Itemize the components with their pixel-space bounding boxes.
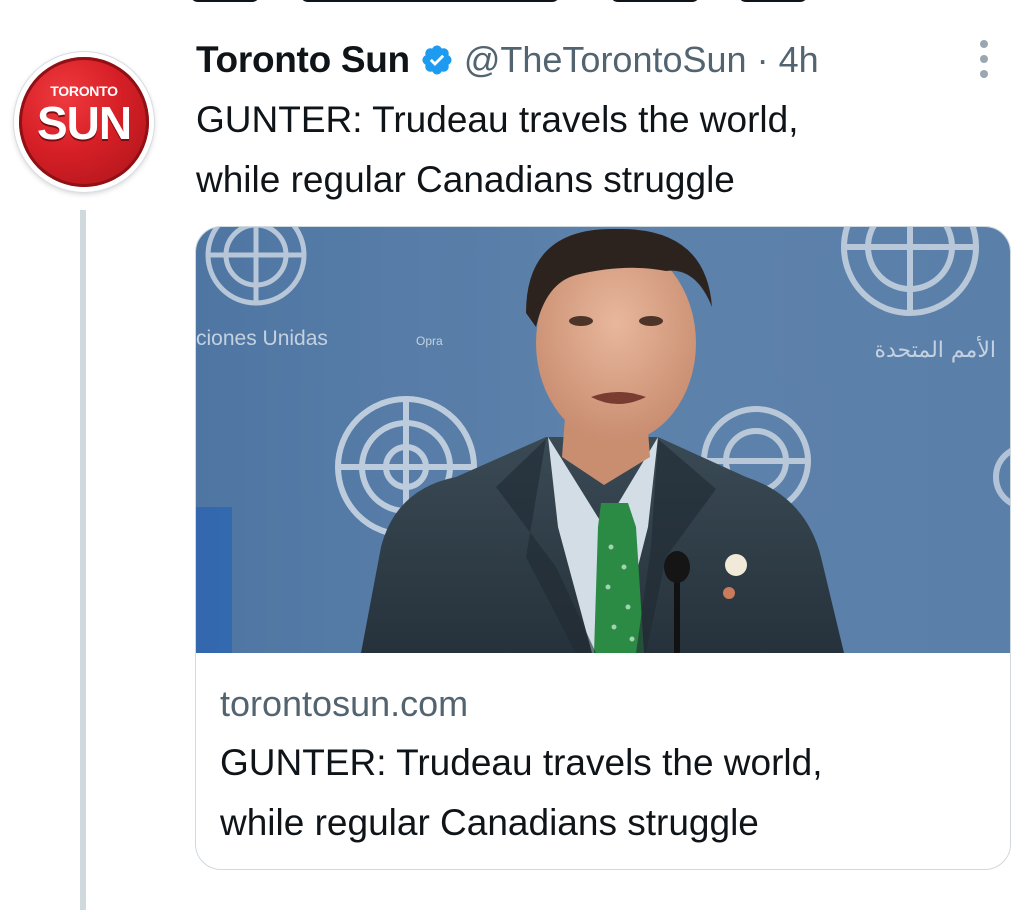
verified-badge-icon — [422, 45, 452, 75]
avatar[interactable]: TORONTO SUN — [14, 52, 154, 192]
bg-text-left: ciones Unidas — [196, 327, 328, 350]
card-title[interactable]: GUNTER: Trudeau travels the world, while… — [220, 733, 990, 853]
card-image: ciones Unidas Opra الأمم المتحدة — [196, 227, 1010, 653]
card-photo: ciones Unidas Opra الأمم المتحدة — [196, 227, 1010, 653]
card-body[interactable]: torontosun.com GUNTER: Trudeau travels t… — [196, 653, 1010, 869]
tweet-header: Toronto Sun @TheTorontoSun · 4h — [196, 36, 819, 84]
toronto-sun-logo: TORONTO SUN — [19, 57, 149, 187]
more-vertical-icon[interactable] — [972, 38, 996, 80]
link-card[interactable]: ciones Unidas Opra الأمم المتحدة toronto… — [195, 226, 1011, 870]
bg-text-center: Opra — [416, 334, 443, 348]
card-domain[interactable]: torontosun.com — [220, 683, 468, 725]
bg-text-arabic: الأمم المتحدة — [874, 336, 996, 363]
timestamp[interactable]: 4h — [779, 39, 819, 81]
separator-dot: · — [756, 39, 769, 80]
handle[interactable]: @TheTorontoSun — [464, 39, 747, 81]
previous-tweet-fragment — [190, 0, 810, 4]
avatar-logo-big-text: SUN — [36, 97, 132, 149]
display-name[interactable]: Toronto Sun — [196, 39, 410, 81]
tweet-text: GUNTER: Trudeau travels the world, while… — [196, 99, 799, 200]
thread-line — [80, 210, 86, 910]
